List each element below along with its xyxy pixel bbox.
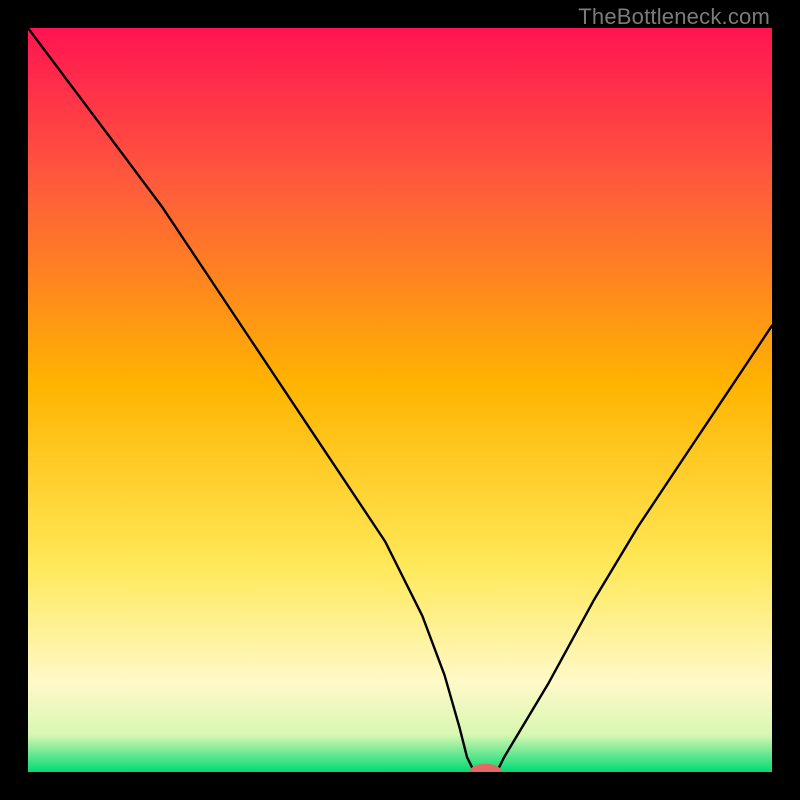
plot-area: [28, 28, 772, 772]
chart-svg: [28, 28, 772, 772]
attribution-text: TheBottleneck.com: [578, 4, 770, 30]
chart-frame: TheBottleneck.com: [0, 0, 800, 800]
gradient-background: [28, 28, 772, 772]
